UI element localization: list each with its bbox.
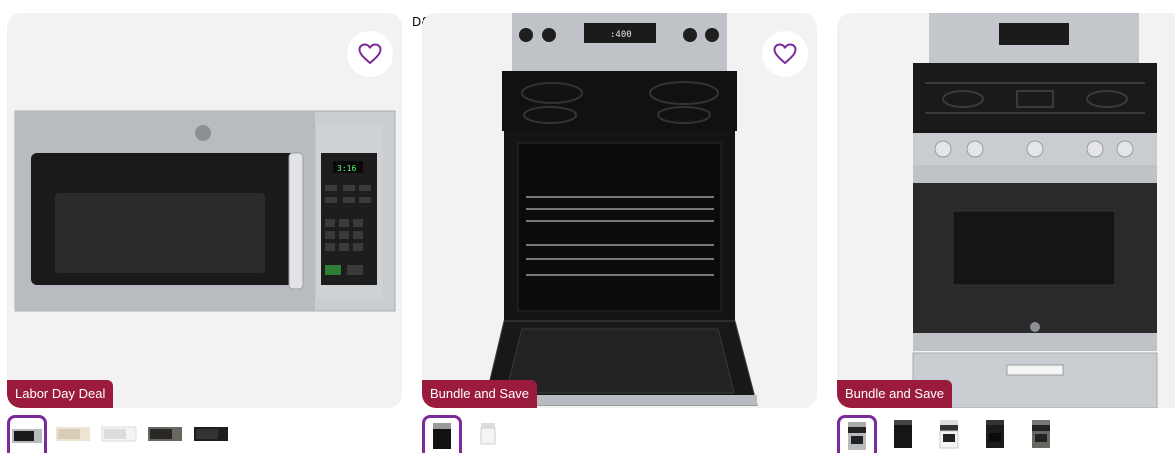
deal-badge: Bundle and Save <box>422 380 538 408</box>
swatch-stainless[interactable] <box>7 415 47 453</box>
swatch-white[interactable] <box>929 416 969 452</box>
product-grid: D&C 3:16 <box>0 0 1175 457</box>
swatch-white[interactable] <box>468 416 508 452</box>
swatch-stainless[interactable] <box>837 415 877 453</box>
svg-text::400: :400 <box>610 30 632 40</box>
product-card-microwave[interactable]: 3:16 Labor Day Deal <box>7 13 402 408</box>
swatch-thumbnail <box>148 427 182 441</box>
swatch-thumbnail <box>480 423 496 445</box>
swatch-thumbnail <box>12 428 42 443</box>
swatch-white[interactable] <box>99 416 139 452</box>
swatch-black-slate[interactable] <box>975 416 1015 452</box>
product-image-microwave[interactable]: 3:16 <box>7 13 402 408</box>
heart-outline-icon <box>773 43 797 64</box>
product-card-electric-range[interactable]: :400 Bundle and Save <box>422 13 817 408</box>
swatch-thumbnail <box>986 420 1004 448</box>
product-card-gas-range[interactable]: Bundle and Save <box>837 13 1175 408</box>
swatch-bisque[interactable] <box>53 416 93 452</box>
swatch-thumbnail <box>1032 420 1050 448</box>
swatch-thumbnail <box>56 427 90 441</box>
swatch-thumbnail <box>848 421 866 450</box>
product-image-electric-range[interactable]: :400 <box>422 13 817 408</box>
heart-outline-icon <box>358 43 382 64</box>
product-image-gas-range[interactable] <box>837 13 1175 408</box>
favorite-button[interactable] <box>762 31 808 77</box>
color-swatches-gas-range <box>837 414 1061 454</box>
swatch-thumbnail <box>101 426 137 442</box>
favorite-button[interactable] <box>347 31 393 77</box>
deal-badge: Labor Day Deal <box>7 380 114 408</box>
swatch-black[interactable] <box>422 415 462 453</box>
swatch-thumbnail <box>894 420 912 448</box>
swatch-thumbnail <box>939 420 959 449</box>
swatch-thumbnail <box>194 427 228 441</box>
swatch-black[interactable] <box>883 416 923 452</box>
svg-text:3:16: 3:16 <box>337 164 356 173</box>
swatch-slate[interactable] <box>145 416 185 452</box>
deal-badge: Bundle and Save <box>837 380 953 408</box>
swatch-black[interactable] <box>191 416 231 452</box>
swatch-thumbnail <box>433 422 451 449</box>
color-swatches-microwave <box>7 414 231 454</box>
color-swatches-electric-range <box>422 414 508 454</box>
swatch-slate[interactable] <box>1021 416 1061 452</box>
